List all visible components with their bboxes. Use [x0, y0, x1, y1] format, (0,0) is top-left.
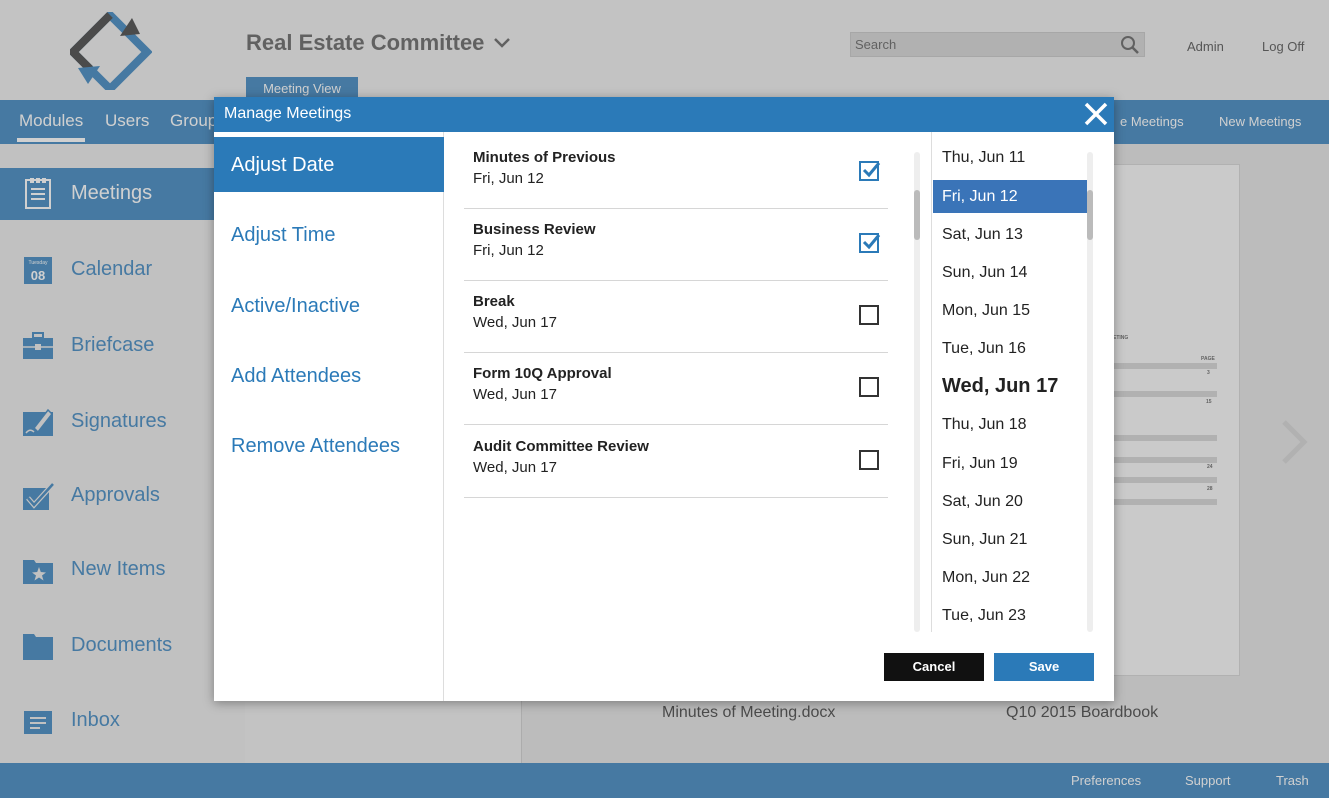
meeting-name: Business Review: [473, 221, 596, 238]
date-list-scroll-thumb[interactable]: [1087, 190, 1093, 240]
date-option-emphasized[interactable]: Wed, Jun 17: [933, 370, 1088, 403]
date-option[interactable]: Fri, Jun 19: [933, 447, 1088, 480]
menu-item-label: Adjust Time: [231, 224, 336, 246]
meeting-date: Wed, Jun 17: [473, 459, 557, 476]
date-option[interactable]: Thu, Jun 18: [933, 408, 1088, 441]
menu-item-label: Active/Inactive: [231, 295, 360, 317]
dialog-header: Manage Meetings: [214, 97, 1114, 132]
meeting-row[interactable]: Form 10Q Approval Wed, Jun 17: [464, 353, 888, 425]
dialog-title: Manage Meetings: [224, 105, 352, 122]
date-list-scrollbar[interactable]: [1087, 152, 1093, 632]
date-option[interactable]: Sun, Jun 14: [933, 256, 1088, 289]
dialog-menu: Adjust Date Adjust Time Active/Inactive …: [214, 132, 444, 701]
meeting-list: Minutes of Previous Fri, Jun 12 Business…: [464, 137, 888, 498]
date-option[interactable]: Tue, Jun 23: [933, 599, 1088, 632]
menu-add-attendees[interactable]: Add Attendees: [214, 348, 444, 403]
meeting-date: Fri, Jun 12: [473, 242, 544, 259]
menu-remove-attendees[interactable]: Remove Attendees: [214, 418, 444, 473]
meeting-row[interactable]: Minutes of Previous Fri, Jun 12: [464, 137, 888, 209]
meeting-list-scrollbar[interactable]: [914, 152, 920, 632]
meeting-checkbox[interactable]: [859, 450, 879, 470]
date-picker-list: Thu, Jun 11 Fri, Jun 12 Sat, Jun 13 Sun,…: [931, 132, 1094, 632]
meeting-row[interactable]: Business Review Fri, Jun 12: [464, 209, 888, 281]
meeting-date: Wed, Jun 17: [473, 386, 557, 403]
meeting-date: Fri, Jun 12: [473, 170, 544, 187]
meeting-name: Minutes of Previous: [473, 149, 616, 166]
meeting-checkbox[interactable]: [859, 233, 881, 253]
meeting-name: Break: [473, 293, 515, 310]
cancel-button[interactable]: Cancel: [884, 653, 984, 681]
meeting-checkbox[interactable]: [859, 305, 879, 325]
date-option[interactable]: Mon, Jun 22: [933, 561, 1088, 594]
meeting-checkbox[interactable]: [859, 161, 881, 181]
meeting-checkbox[interactable]: [859, 377, 879, 397]
menu-item-label: Adjust Date: [231, 154, 335, 176]
menu-active-inactive[interactable]: Active/Inactive: [214, 278, 444, 333]
checkmark-icon: [862, 234, 881, 250]
date-option[interactable]: Mon, Jun 15: [933, 294, 1088, 327]
save-button[interactable]: Save: [994, 653, 1094, 681]
meeting-row[interactable]: Audit Committee Review Wed, Jun 17: [464, 426, 888, 498]
meeting-name: Form 10Q Approval: [473, 365, 612, 382]
date-option[interactable]: Tue, Jun 16: [933, 332, 1088, 365]
menu-item-label: Remove Attendees: [231, 435, 400, 457]
date-option[interactable]: Sun, Jun 21: [933, 523, 1088, 556]
date-option-selected[interactable]: Fri, Jun 12: [933, 180, 1088, 213]
menu-item-label: Add Attendees: [231, 365, 362, 387]
checkmark-icon: [862, 162, 881, 178]
meeting-name: Audit Committee Review: [473, 438, 649, 455]
close-icon[interactable]: [1082, 100, 1110, 128]
date-option[interactable]: Thu, Jun 11: [933, 141, 1088, 174]
menu-adjust-date[interactable]: Adjust Date: [214, 137, 444, 192]
manage-meetings-dialog: Manage Meetings Adjust Date Adjust Time …: [214, 97, 1114, 701]
menu-adjust-time[interactable]: Adjust Time: [214, 207, 444, 262]
meeting-list-scroll-thumb[interactable]: [914, 190, 920, 240]
meeting-date: Wed, Jun 17: [473, 314, 557, 331]
date-option[interactable]: Sat, Jun 13: [933, 218, 1088, 251]
date-option[interactable]: Sat, Jun 20: [933, 485, 1088, 518]
meeting-row[interactable]: Break Wed, Jun 17: [464, 281, 888, 353]
